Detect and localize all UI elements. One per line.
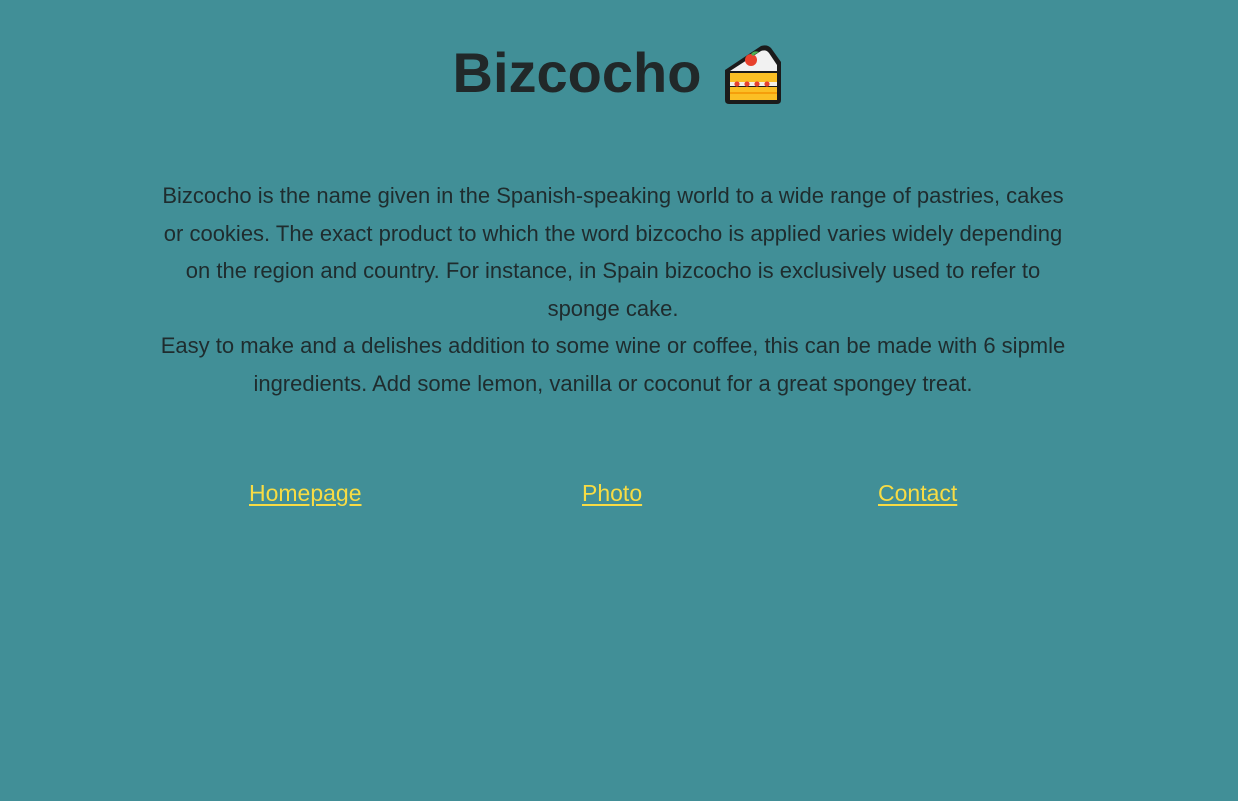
nav-links: Homepage Photo Contact xyxy=(0,478,1238,510)
header: Bizcocho xyxy=(0,38,1238,108)
contact-link[interactable]: Contact xyxy=(878,478,957,508)
intro-paragraph: Bizcocho is the name given in the Spanis… xyxy=(162,183,1064,321)
page-title: Bizcocho xyxy=(452,41,702,104)
homepage-link[interactable]: Homepage xyxy=(249,478,362,508)
photo-link[interactable]: Photo xyxy=(582,478,642,508)
intro-text: Bizcocho is the name given in the Spanis… xyxy=(150,177,1076,403)
page: Bizcocho Bizcocho is the name given in t… xyxy=(0,0,1238,801)
intro-paragraph: Easy to make and a delishes addition to … xyxy=(160,333,1066,396)
shortcake-icon xyxy=(721,42,785,106)
